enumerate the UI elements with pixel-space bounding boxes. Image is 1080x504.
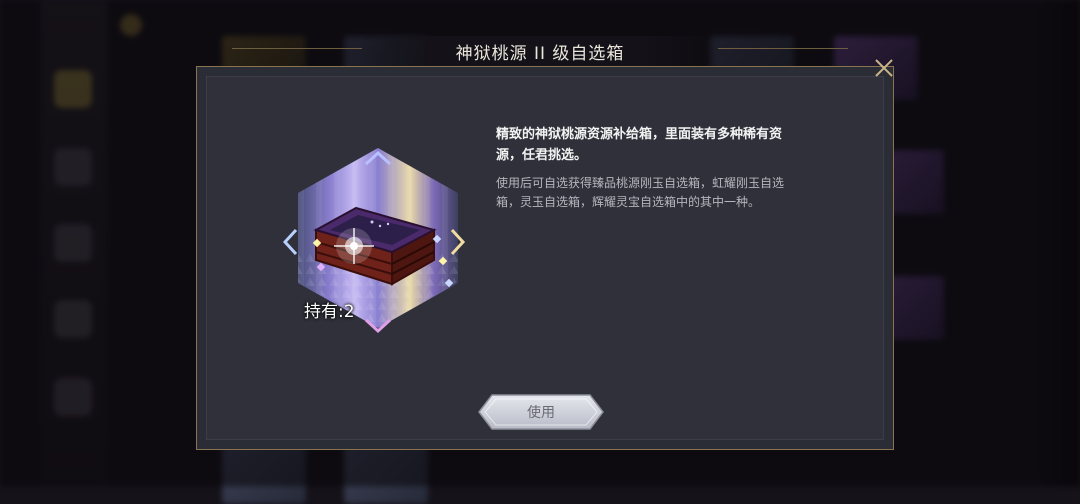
owned-count: 持有:2 bbox=[304, 302, 355, 322]
item-effect-description: 使用后可自选获得臻品桃源刚玉自选箱，虹耀刚玉自选箱，灵玉自选箱，辉耀灵宝自选箱中… bbox=[496, 176, 785, 209]
chevron-up-icon bbox=[364, 150, 392, 166]
title-decoration-right bbox=[718, 48, 848, 49]
close-icon bbox=[875, 59, 893, 77]
item-description: 精致的神狱桃源资源补给箱，里面装有多种稀有资源，任君挑选。 bbox=[496, 127, 783, 163]
chevron-down-icon bbox=[364, 318, 392, 334]
dialog-title: 神狱桃源 II 级自选箱 bbox=[455, 43, 625, 64]
dialog-title-bar: 神狱桃源 II 级自选箱 bbox=[360, 36, 720, 66]
close-button[interactable] bbox=[872, 56, 896, 80]
title-decoration-left bbox=[232, 48, 362, 49]
chevron-right-icon bbox=[450, 228, 466, 256]
use-button[interactable]: 使用 bbox=[478, 394, 604, 430]
chevron-left-icon bbox=[282, 228, 298, 256]
use-button-label: 使用 bbox=[527, 405, 555, 421]
treasure-chest-icon bbox=[313, 206, 437, 286]
item-showcase: 持有:2 bbox=[280, 140, 476, 336]
